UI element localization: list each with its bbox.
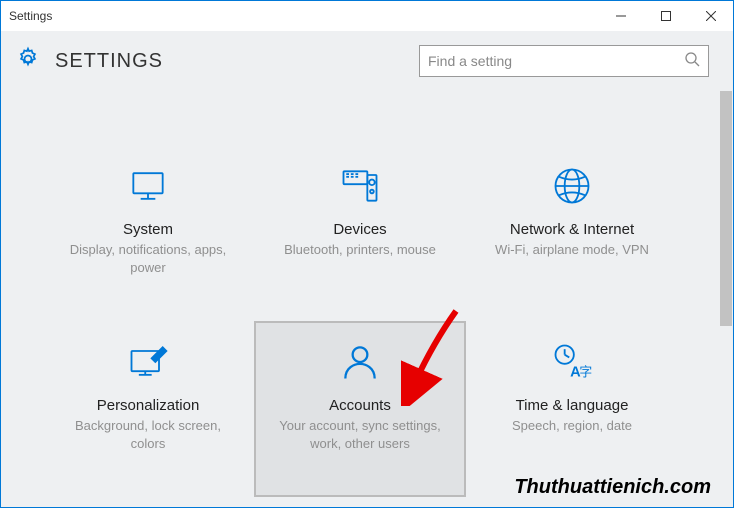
svg-text:字: 字 [579,365,592,380]
tile-title: Time & language [516,397,629,414]
tile-subtitle: Background, lock screen, colors [64,417,232,452]
tile-title: Accounts [329,397,391,414]
tile-subtitle: Your account, sync settings, work, other… [276,417,444,452]
tile-network[interactable]: Network & Internet Wi-Fi, airplane mode,… [466,145,678,321]
scrollbar[interactable] [719,91,733,503]
window-controls [598,1,733,31]
scrollbar-thumb[interactable] [720,91,732,326]
tile-title: Network & Internet [510,221,634,238]
maximize-button[interactable] [643,1,688,31]
tile-title: System [123,221,173,238]
tile-accounts[interactable]: Accounts Your account, sync settings, wo… [254,321,466,497]
system-icon [126,161,170,211]
tile-title: Personalization [97,397,200,414]
search-box[interactable] [419,45,709,77]
devices-icon [338,161,382,211]
gear-icon [15,46,41,77]
personalization-icon [126,337,170,387]
search-input[interactable] [428,53,684,69]
window-title: Settings [1,9,52,23]
minimize-button[interactable] [598,1,643,31]
tile-devices[interactable]: Devices Bluetooth, printers, mouse [254,145,466,321]
tile-system[interactable]: System Display, notifications, apps, pow… [42,145,254,321]
tile-personalization[interactable]: Personalization Background, lock screen,… [42,321,254,497]
header: SETTINGS [1,31,733,91]
search-icon [684,51,700,72]
close-button[interactable] [688,1,733,31]
time-language-icon: A 字 [550,337,594,387]
page-title: SETTINGS [55,50,163,73]
tile-subtitle: Bluetooth, printers, mouse [284,241,436,259]
content-area: System Display, notifications, apps, pow… [1,91,719,501]
tile-subtitle: Speech, region, date [512,417,632,435]
tile-subtitle: Wi-Fi, airplane mode, VPN [495,241,649,259]
globe-icon [550,161,594,211]
header-left: SETTINGS [15,46,163,77]
titlebar: Settings [1,1,733,31]
settings-grid: System Display, notifications, apps, pow… [30,145,690,497]
accounts-icon [338,337,382,387]
tile-subtitle: Display, notifications, apps, power [64,241,232,276]
settings-window: Settings SETTINGS [0,0,734,508]
tile-time-language[interactable]: A 字 Time & language Speech, region, date [466,321,678,497]
tile-title: Devices [333,221,386,238]
